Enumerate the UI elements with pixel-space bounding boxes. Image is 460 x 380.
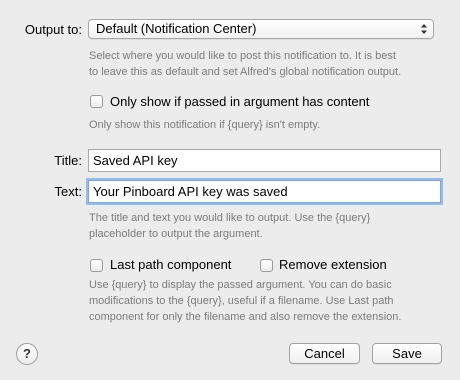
output-help: Select where you would like to post this… bbox=[89, 48, 401, 80]
bottom-help: Use {query} to display the passed argume… bbox=[89, 277, 401, 325]
only-show-checkbox[interactable] bbox=[90, 95, 103, 108]
text-input[interactable]: Your Pinboard API key was saved bbox=[88, 180, 441, 203]
last-path-checkbox[interactable] bbox=[90, 259, 103, 272]
remove-extension-label[interactable]: Remove extension bbox=[279, 257, 387, 273]
help-button[interactable]: ? bbox=[16, 343, 38, 365]
output-select-value: Default (Notification Center) bbox=[96, 21, 257, 36]
cancel-button[interactable]: Cancel bbox=[289, 343, 360, 364]
bottom-help-line: modifications to the {query}, useful if … bbox=[89, 295, 394, 307]
fields-help-line: The title and text you would like to out… bbox=[89, 212, 371, 224]
fields-help-line: placeholder to output the argument. bbox=[89, 228, 263, 240]
fields-help: The title and text you would like to out… bbox=[89, 210, 370, 242]
updown-arrows-icon bbox=[421, 24, 427, 34]
output-select[interactable]: Default (Notification Center) bbox=[88, 19, 434, 39]
text-label: Text: bbox=[54, 184, 82, 199]
title-input[interactable]: Saved API key bbox=[88, 149, 441, 172]
output-help-line: to leave this as default and set Alfred'… bbox=[89, 66, 402, 78]
only-show-help: Only show this notification if {query} i… bbox=[89, 119, 321, 131]
bottom-help-line: Use {query} to display the passed argume… bbox=[89, 279, 392, 291]
last-path-label[interactable]: Last path component bbox=[110, 257, 231, 273]
save-button[interactable]: Save bbox=[372, 343, 442, 364]
question-mark-icon: ? bbox=[23, 346, 31, 361]
title-label: Title: bbox=[54, 153, 82, 168]
bottom-help-line: component for only the filename and also… bbox=[89, 311, 402, 323]
output-help-line: Select where you would like to post this… bbox=[89, 50, 396, 62]
output-label: Output to: bbox=[24, 22, 82, 37]
remove-extension-checkbox[interactable] bbox=[260, 259, 273, 272]
only-show-label[interactable]: Only show if passed in argument has cont… bbox=[110, 94, 369, 110]
